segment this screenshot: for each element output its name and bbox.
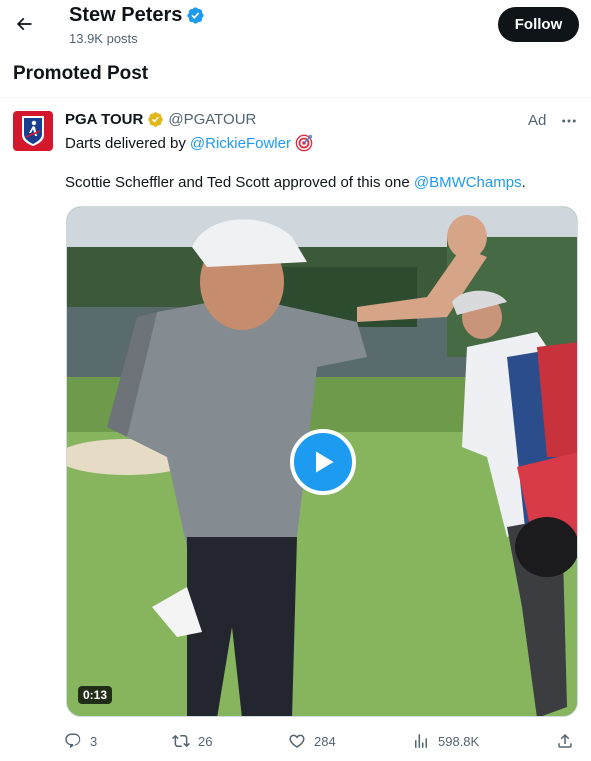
like-count: 284 <box>314 733 336 749</box>
profile-header: Stew Peters 13.9K posts Follow <box>0 0 591 52</box>
more-button[interactable] <box>558 111 580 131</box>
back-button[interactable] <box>8 8 40 40</box>
post-count: 13.9K posts <box>69 31 138 46</box>
tweet-text: Darts delivered by <box>65 134 186 152</box>
repost-icon <box>172 734 190 748</box>
verified-blue-icon <box>187 7 205 24</box>
author-name[interactable]: PGA TOUR <box>65 111 143 128</box>
tweet-text-line1: Darts delivered by @RickieFowler <box>65 134 313 152</box>
tweet-text-end: . <box>521 174 526 191</box>
profile-name: Stew Peters <box>69 4 205 27</box>
play-button[interactable] <box>290 429 356 495</box>
profile-name-text: Stew Peters <box>69 4 183 26</box>
verified-gold-icon <box>148 112 164 127</box>
tweet-actions: 3 26 284 598.8K <box>58 728 578 754</box>
tweet-text: Scottie Scheffler and Ted Scott approved… <box>65 174 410 191</box>
reply-button[interactable]: 3 <box>64 728 97 754</box>
play-icon <box>316 451 334 473</box>
avatar[interactable] <box>13 111 53 151</box>
share-button[interactable] <box>556 728 574 754</box>
video-player[interactable]: 0:13 <box>66 206 578 717</box>
reply-icon <box>65 733 81 749</box>
video-duration: 0:13 <box>78 686 113 704</box>
follow-button[interactable]: Follow <box>498 7 579 42</box>
pga-tour-logo <box>22 116 44 146</box>
author-handle[interactable]: @PGATOUR <box>168 111 256 128</box>
reply-count: 3 <box>90 733 98 749</box>
direct-hit-icon <box>295 134 313 152</box>
ad-label: Ad <box>528 112 547 129</box>
more-horizontal-icon <box>562 119 576 123</box>
heart-icon <box>289 734 305 748</box>
views-icon <box>415 734 427 748</box>
arrow-left-icon <box>16 17 32 31</box>
like-button[interactable]: 284 <box>288 728 336 754</box>
views-button[interactable]: 598.8K <box>412 728 479 754</box>
repost-button[interactable]: 26 <box>172 728 212 754</box>
divider <box>0 97 591 98</box>
page-title: Promoted Post <box>13 63 149 84</box>
tweet-text-line2: Scottie Scheffler and Ted Scott approved… <box>65 174 526 191</box>
mention-link[interactable]: @BMWChamps <box>414 174 522 191</box>
repost-count: 26 <box>198 733 213 749</box>
share-icon <box>558 733 572 748</box>
tweet-author: PGA TOUR @PGATOUR <box>65 111 256 128</box>
mention-link[interactable]: @RickieFowler <box>190 135 291 152</box>
views-count: 598.8K <box>438 733 480 749</box>
